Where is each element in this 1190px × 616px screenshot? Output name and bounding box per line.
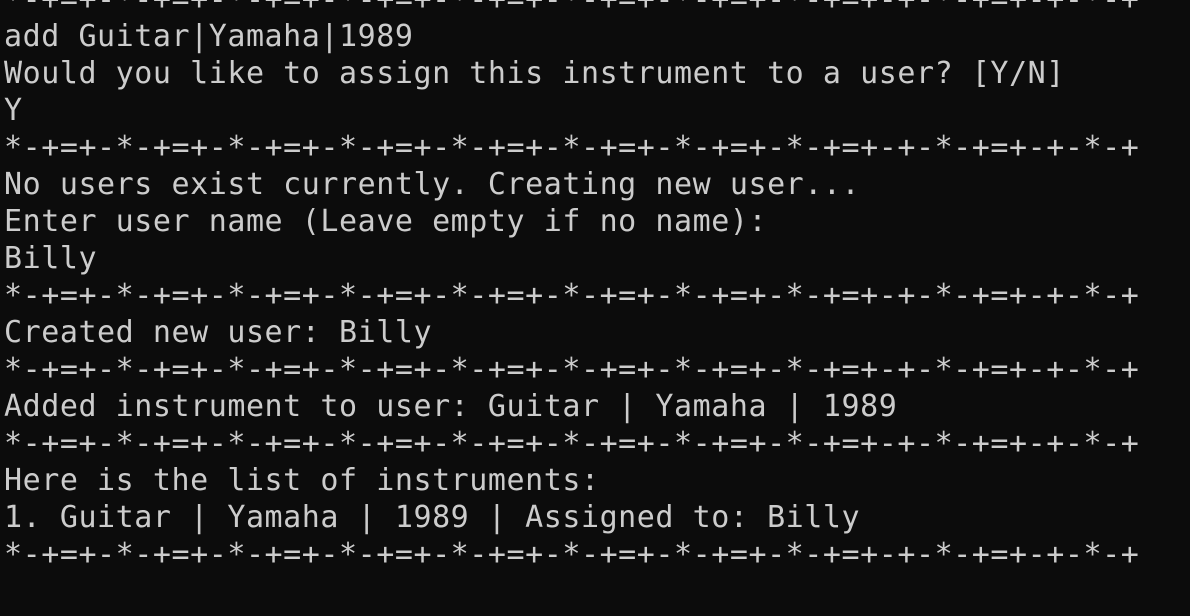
separator-line: *-+=+-*-+=+-*-+=+-*-+=+-*-+=+-*-+=+-*-+=… [4,278,1140,313]
separator-line: *-+=+-*-+=+-*-+=+-*-+=+-*-+=+-*-+=+-*-+=… [4,0,1139,18]
separator-line: *-+=+-*-+=+-*-+=+-*-+=+-*-+=+-*-+=+-*-+=… [4,426,1140,461]
terminal-output: *-+=+-*-+=+-*-+=+-*-+=+-*-+=+-*-+=+-*-+=… [4,0,1139,573]
assign-prompt-line: Would you like to assign this instrument… [4,56,1065,91]
terminal-window[interactable]: *-+=+-*-+=+-*-+=+-*-+=+-*-+=+-*-+=+-*-+=… [0,0,1190,616]
instrument-list-header-line: Here is the list of instruments: [4,463,600,498]
user-name-entry-line: Billy [4,241,98,276]
separator-line: *-+=+-*-+=+-*-+=+-*-+=+-*-+=+-*-+=+-*-+=… [4,352,1140,387]
added-instrument-message-line: Added instrument to user: Guitar | Yamah… [4,389,898,424]
separator-line: *-+=+-*-+=+-*-+=+-*-+=+-*-+=+-*-+=+-*-+=… [4,130,1140,165]
user-response-line: Y [4,93,23,128]
status-message-line: No users exist currently. Creating new u… [4,167,861,202]
command-input-line: add Guitar|Yamaha|1989 [4,19,414,54]
separator-line: *-+=+-*-+=+-*-+=+-*-+=+-*-+=+-*-+=+-*-+=… [4,537,1140,572]
created-user-message-line: Created new user: Billy [4,315,433,350]
instrument-list-item: 1. Guitar | Yamaha | 1989 | Assigned to:… [4,500,861,535]
name-prompt-line: Enter user name (Leave empty if no name)… [4,204,768,239]
